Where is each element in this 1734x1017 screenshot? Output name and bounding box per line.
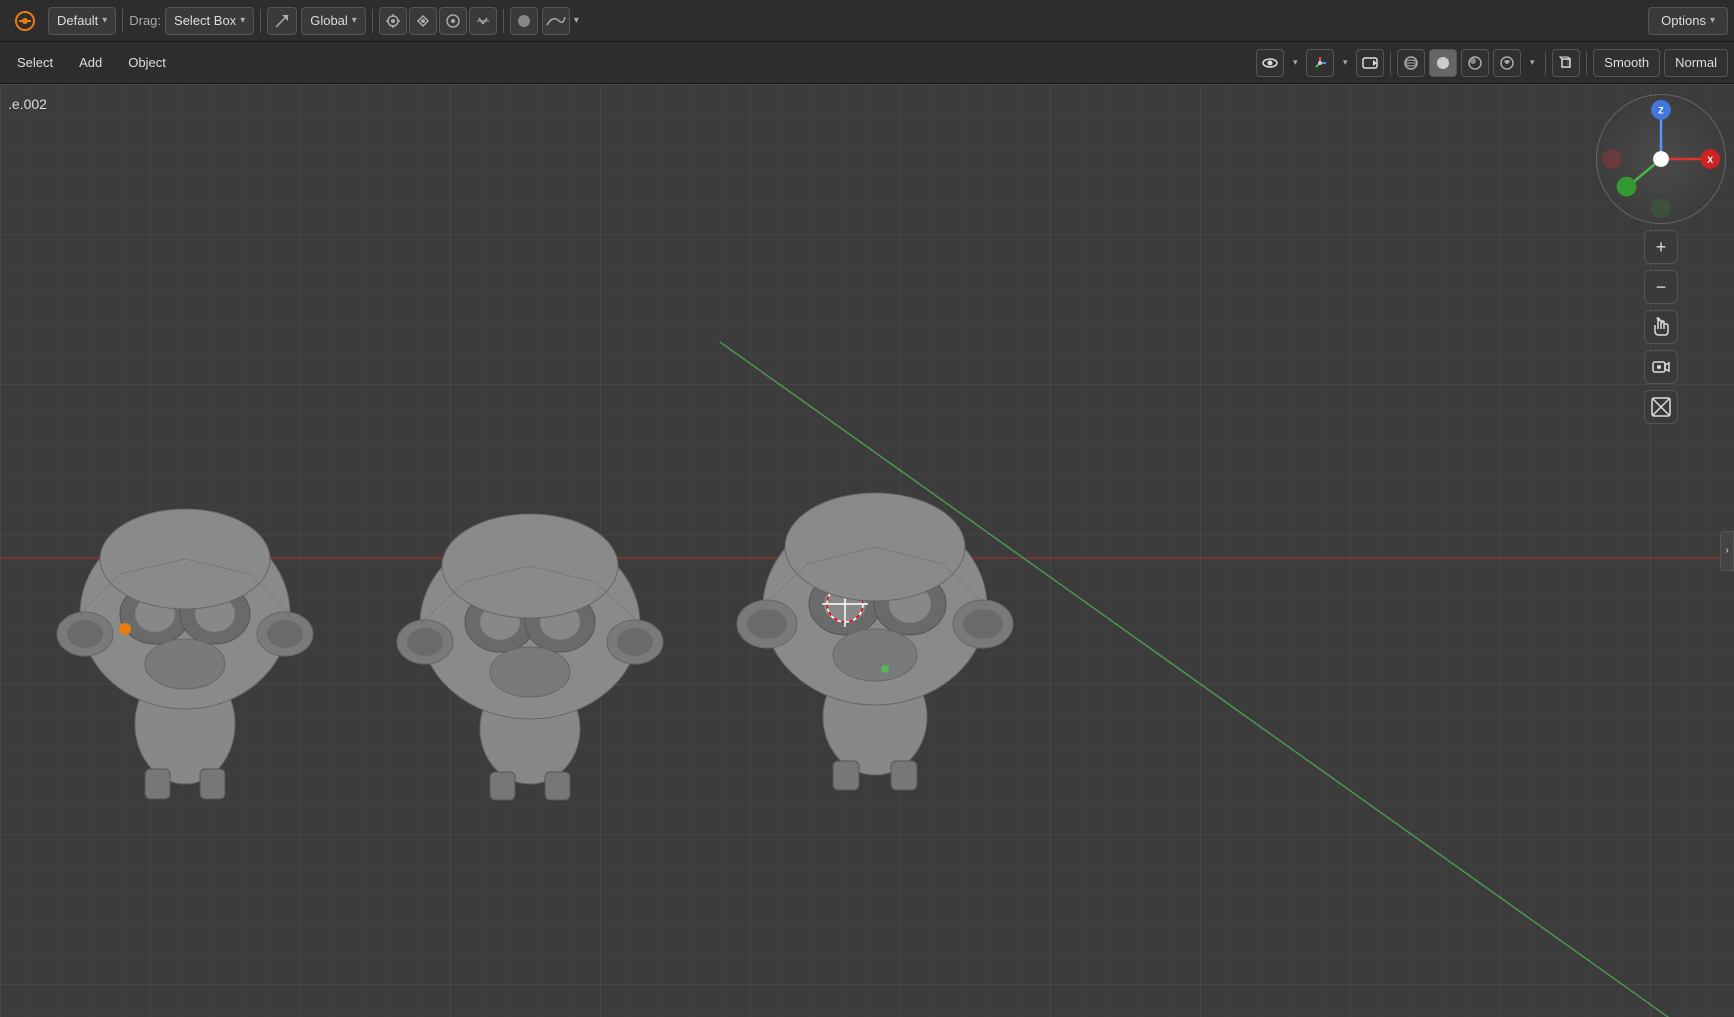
shading-wireframe-btn[interactable]	[1397, 49, 1425, 77]
transform-label: Global	[310, 13, 348, 28]
select-menu-btn[interactable]: Select	[6, 49, 64, 77]
camera-view-icon	[1651, 357, 1671, 377]
workspace-chevron: ▾	[102, 15, 107, 26]
viewport-overlays-eye-btn[interactable]	[1256, 49, 1284, 77]
gizmo-chevron: ▾	[1343, 57, 1348, 68]
proportional-icon	[445, 13, 461, 29]
navigation-gizmo[interactable]: Z X	[1596, 94, 1726, 224]
cube-icon	[1557, 54, 1575, 72]
pivot-icon	[385, 13, 401, 29]
object-label: Object	[128, 55, 166, 70]
select-box-dropdown[interactable]: Select Box ▾	[165, 7, 254, 35]
toolbar-separator-2	[260, 9, 261, 33]
grid-view-icon	[1651, 397, 1671, 417]
eye-icon	[1261, 54, 1279, 72]
add-menu-btn[interactable]: Add	[68, 49, 113, 77]
ortho-perspective-btn[interactable]	[1552, 49, 1580, 77]
normal-button[interactable]: Normal	[1664, 49, 1728, 77]
select-box-label: Select Box	[174, 13, 236, 28]
viewport-controls: ▾ ▾	[1256, 49, 1728, 77]
svg-text:Z: Z	[1658, 106, 1664, 116]
shading-dropdown[interactable]: ▾	[1525, 49, 1539, 77]
curve-icon	[545, 13, 567, 29]
material-shading-icon	[1466, 54, 1484, 72]
collapse-icon: ›	[1725, 545, 1728, 556]
transform-dropdown[interactable]: Global ▾	[301, 7, 366, 35]
gizmo-circle: Z X	[1596, 94, 1726, 224]
cycle-icon	[516, 13, 532, 29]
object-menu-btn[interactable]: Object	[117, 49, 177, 77]
camera-view-btn[interactable]	[1644, 350, 1678, 384]
options-chevron: ▾	[1710, 15, 1715, 26]
grid-view-btn[interactable]	[1644, 390, 1678, 424]
viewport-overlays-dropdown[interactable]: ▾	[1288, 49, 1302, 77]
viewport-canvas	[0, 84, 1734, 1017]
cycle-icon-btn[interactable]	[510, 7, 538, 35]
blender-logo-btn[interactable]	[6, 7, 44, 35]
blender-logo-icon	[15, 11, 35, 31]
shading-solid-btn[interactable]	[1429, 49, 1457, 77]
curve-chevron: ▾	[574, 15, 579, 26]
proportional-icon-btn[interactable]	[439, 7, 467, 35]
gizmo-toggle-btn[interactable]	[1306, 49, 1334, 77]
smooth-label: Smooth	[1604, 55, 1649, 70]
snap-dropdown-icon	[475, 13, 491, 29]
zoom-out-icon: −	[1656, 277, 1667, 298]
header-bar: Select Add Object ▾ ▾	[0, 42, 1734, 84]
gizmo-svg: Z X	[1597, 94, 1725, 224]
smooth-button[interactable]: Smooth	[1593, 49, 1660, 77]
gizmo-icon	[1311, 54, 1329, 72]
pivot-snap-group	[379, 7, 497, 35]
zoom-out-btn[interactable]: −	[1644, 270, 1678, 304]
gizmo-dropdown[interactable]: ▾	[1338, 49, 1352, 77]
hand-icon	[1651, 317, 1671, 337]
toolbar-separator-4	[503, 9, 504, 33]
shading-rendered-btn[interactable]	[1493, 49, 1521, 77]
transform-icon-btn[interactable]	[267, 7, 297, 35]
camera-snap-btn[interactable]	[1356, 49, 1384, 77]
options-button[interactable]: Options ▾	[1648, 7, 1728, 35]
normal-label: Normal	[1675, 55, 1717, 70]
svg-text:X: X	[1707, 155, 1713, 165]
right-toolbar: Z X +	[1596, 94, 1726, 424]
select-box-chevron: ▾	[240, 15, 245, 26]
side-panel-collapse-btn[interactable]: ›	[1720, 531, 1734, 571]
options-label: Options	[1661, 13, 1706, 28]
transform-chevron: ▾	[352, 15, 357, 26]
select-label: Select	[17, 55, 53, 70]
drag-label: Drag:	[129, 13, 161, 28]
pan-tool-btn[interactable]	[1644, 310, 1678, 344]
camera-snap-icon	[1361, 54, 1379, 72]
vp-separator-3	[1586, 51, 1587, 75]
transform-icon	[274, 13, 290, 29]
add-label: Add	[79, 55, 102, 70]
shading-material-btn[interactable]	[1461, 49, 1489, 77]
snap-dropdown-btn[interactable]	[469, 7, 497, 35]
zoom-in-icon: +	[1656, 237, 1667, 258]
toolbar-separator-3	[372, 9, 373, 33]
workspace-label: Default	[57, 13, 98, 28]
zoom-in-btn[interactable]: +	[1644, 230, 1678, 264]
solid-shading-icon	[1434, 54, 1452, 72]
wireframe-shading-icon	[1402, 54, 1420, 72]
top-toolbar: Default ▾ Drag: Select Box ▾ Global ▾	[0, 0, 1734, 42]
vp-separator-2	[1545, 51, 1546, 75]
pivot-icon-btn[interactable]	[379, 7, 407, 35]
snap-icon	[415, 13, 431, 29]
eye-chevron: ▾	[1293, 57, 1298, 68]
toolbar-separator-1	[122, 9, 123, 33]
viewport[interactable]: .e.002 Z X	[0, 84, 1734, 1017]
workspace-dropdown[interactable]: Default ▾	[48, 7, 116, 35]
snap-icon-btn[interactable]	[409, 7, 437, 35]
rendered-shading-icon	[1498, 54, 1516, 72]
shading-chevron: ▾	[1530, 57, 1535, 68]
curve-icon-btn[interactable]	[542, 7, 570, 35]
vp-separator-1	[1390, 51, 1391, 75]
